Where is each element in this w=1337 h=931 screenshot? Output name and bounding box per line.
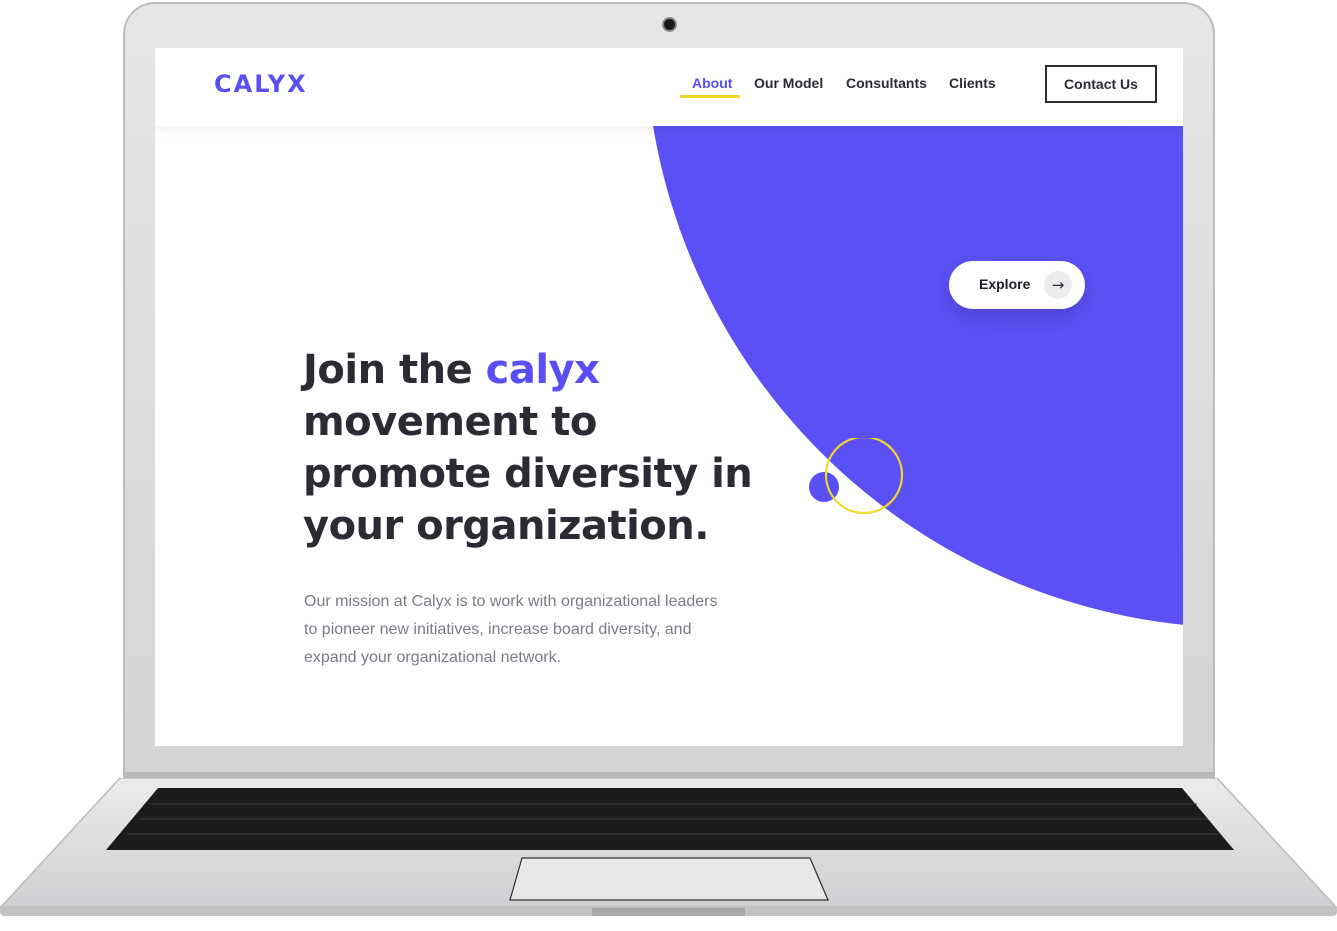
site-logo[interactable]: CALYX bbox=[214, 70, 308, 98]
active-nav-underline bbox=[680, 95, 740, 98]
keyboard-deck-illustration bbox=[0, 778, 1337, 916]
nav-item-consultants[interactable]: Consultants bbox=[846, 75, 927, 91]
laptop-screen: CALYX About Our Model Consultants Client… bbox=[155, 48, 1183, 746]
headline-highlight: calyx bbox=[485, 347, 600, 393]
arrow-right-icon: → bbox=[1044, 271, 1072, 299]
nav-item-about[interactable]: About bbox=[692, 75, 732, 91]
contact-us-button[interactable]: Contact Us bbox=[1045, 65, 1157, 103]
mission-paragraph: Our mission at Calyx is to work with org… bbox=[304, 593, 718, 666]
nav-item-clients[interactable]: Clients bbox=[949, 75, 996, 91]
headline-prefix: Join the bbox=[303, 347, 486, 393]
explore-button[interactable]: Explore → bbox=[949, 261, 1085, 309]
yellow-ring bbox=[824, 438, 904, 515]
headline-line-3: promote diversity in bbox=[303, 451, 753, 497]
headline-line-4: your organization. bbox=[303, 503, 709, 549]
headline-line-2: movement to bbox=[303, 399, 597, 445]
explore-label: Explore bbox=[979, 276, 1031, 292]
webcam-icon bbox=[664, 19, 675, 30]
hero-headline: Join the calyx movement to promote diversi… bbox=[303, 344, 763, 552]
decorative-circles bbox=[809, 438, 904, 515]
nav-item-our-model[interactable]: Our Model bbox=[754, 75, 823, 91]
site-header: CALYX About Our Model Consultants Client… bbox=[155, 48, 1183, 126]
laptop-base bbox=[0, 778, 1337, 918]
